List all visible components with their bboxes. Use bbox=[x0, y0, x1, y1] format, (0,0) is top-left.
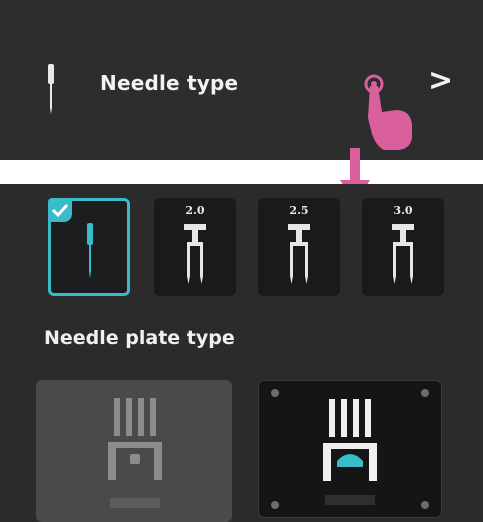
needle-plate-option-straight[interactable] bbox=[36, 380, 232, 522]
single-needle-icon bbox=[87, 223, 93, 279]
needle-option-single[interactable] bbox=[48, 198, 130, 296]
screw-icon bbox=[421, 501, 429, 509]
needle-option-twin-3-0[interactable]: 3.0 bbox=[362, 198, 444, 296]
screw-icon bbox=[271, 389, 279, 397]
needle-icon bbox=[48, 64, 54, 114]
straight-stitch-plate-icon bbox=[108, 398, 162, 480]
twin-needle-icon bbox=[184, 224, 206, 284]
needle-width-label: 2.5 bbox=[289, 204, 309, 217]
feed-slot bbox=[110, 498, 160, 508]
screw-icon bbox=[271, 501, 279, 509]
twin-needle-icon bbox=[288, 224, 310, 284]
tap-hand-pointer-icon bbox=[364, 74, 412, 150]
needle-option-twin-2-0[interactable]: 2.0 bbox=[154, 198, 236, 296]
checkmark-icon bbox=[48, 198, 72, 222]
needle-width-label: 2.0 bbox=[185, 204, 205, 217]
feed-slot bbox=[325, 495, 375, 505]
needle-plate-option-zigzag[interactable] bbox=[258, 380, 442, 518]
needle-width-label: 3.0 bbox=[393, 204, 413, 217]
needle-plate-type-label: Needle plate type bbox=[44, 327, 235, 349]
needle-type-label: Needle type bbox=[100, 71, 239, 95]
screw-icon bbox=[421, 389, 429, 397]
needle-option-twin-2-5[interactable]: 2.5 bbox=[258, 198, 340, 296]
twin-needle-icon bbox=[392, 224, 414, 284]
zigzag-plate-icon bbox=[323, 399, 377, 481]
